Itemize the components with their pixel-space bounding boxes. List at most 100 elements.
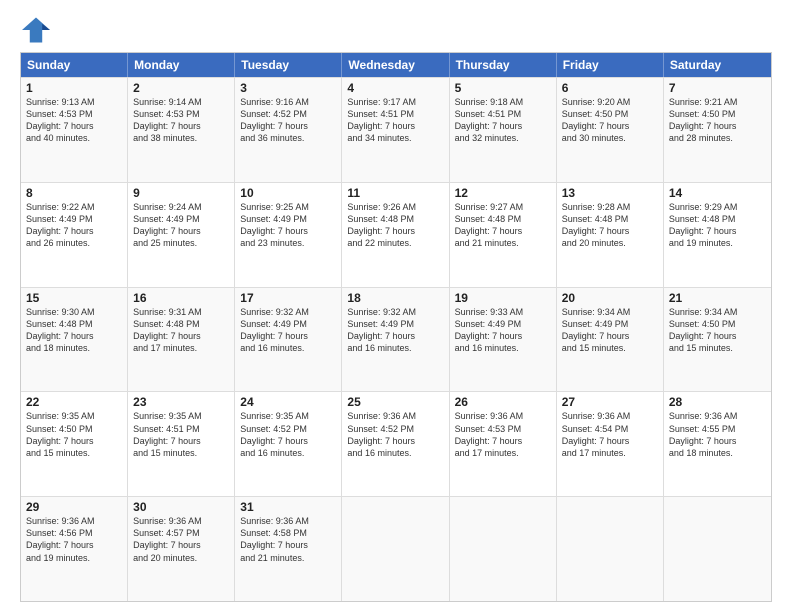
calendar-header-cell: Saturday: [664, 53, 771, 77]
day-number: 27: [562, 395, 658, 409]
day-number: 18: [347, 291, 443, 305]
calendar-header-cell: Tuesday: [235, 53, 342, 77]
day-info: Sunrise: 9:36 AM Sunset: 4:58 PM Dayligh…: [240, 516, 309, 562]
day-number: 3: [240, 81, 336, 95]
calendar-cell: 17 Sunrise: 9:32 AM Sunset: 4:49 PM Dayli…: [235, 288, 342, 392]
day-info: Sunrise: 9:34 AM Sunset: 4:49 PM Dayligh…: [562, 307, 631, 353]
calendar-week: 8Sunrise: 9:22 AM Sunset: 4:49 PM Daylig…: [21, 182, 771, 287]
calendar-cell: 15 Sunrise: 9:30 AM Sunset: 4:48 PM Dayli…: [21, 288, 128, 392]
day-info: Sunrise: 9:13 AM Sunset: 4:53 PM Dayligh…: [26, 97, 95, 143]
day-info: Sunrise: 9:35 AM Sunset: 4:52 PM Dayligh…: [240, 411, 309, 457]
day-info: Sunrise: 9:16 AM Sunset: 4:52 PM Dayligh…: [240, 97, 309, 143]
calendar-header-cell: Wednesday: [342, 53, 449, 77]
day-info: Sunrise: 9:25 AM Sunset: 4:49 PM Dayligh…: [240, 202, 309, 248]
day-info: Sunrise: 9:20 AM Sunset: 4:50 PM Dayligh…: [562, 97, 631, 143]
day-number: 4: [347, 81, 443, 95]
calendar-cell: 2 Sunrise: 9:14 AM Sunset: 4:53 PM Daylig…: [128, 78, 235, 182]
day-info: Sunrise: 9:36 AM Sunset: 4:53 PM Dayligh…: [455, 411, 524, 457]
day-info: Sunrise: 9:18 AM Sunset: 4:51 PM Dayligh…: [455, 97, 524, 143]
day-info: Sunrise: 9:28 AM Sunset: 4:48 PM Dayligh…: [562, 202, 631, 248]
day-number: 31: [240, 500, 336, 514]
day-info: Sunrise: 9:34 AM Sunset: 4:50 PM Dayligh…: [669, 307, 738, 353]
header: [20, 16, 772, 44]
calendar-week: 15 Sunrise: 9:30 AM Sunset: 4:48 PM Dayli…: [21, 287, 771, 392]
day-info: Sunrise: 9:35 AM Sunset: 4:50 PM Dayligh…: [26, 411, 95, 457]
calendar-cell: 29 Sunrise: 9:36 AM Sunset: 4:56 PM Dayli…: [21, 497, 128, 601]
day-info: Sunrise: 9:36 AM Sunset: 4:57 PM Dayligh…: [133, 516, 202, 562]
day-number: 7: [669, 81, 766, 95]
calendar: SundayMondayTuesdayWednesdayThursdayFrid…: [20, 52, 772, 602]
calendar-cell: [557, 497, 664, 601]
day-number: 23: [133, 395, 229, 409]
day-info: Sunrise: 9:35 AM Sunset: 4:51 PM Dayligh…: [133, 411, 202, 457]
calendar-cell: 6 Sunrise: 9:20 AM Sunset: 4:50 PM Daylig…: [557, 78, 664, 182]
day-info: Sunrise: 9:24 AM Sunset: 4:49 PM Dayligh…: [133, 202, 202, 248]
calendar-week: 1 Sunrise: 9:13 AM Sunset: 4:53 PM Daylig…: [21, 77, 771, 182]
day-number: 16: [133, 291, 229, 305]
calendar-cell: 23 Sunrise: 9:35 AM Sunset: 4:51 PM Dayli…: [128, 392, 235, 496]
calendar-cell: [450, 497, 557, 601]
day-number: 2: [133, 81, 229, 95]
day-number: 24: [240, 395, 336, 409]
day-number: 19: [455, 291, 551, 305]
day-info: Sunrise: 9:36 AM Sunset: 4:56 PM Dayligh…: [26, 516, 95, 562]
day-number: 22: [26, 395, 122, 409]
day-info: Sunrise: 9:32 AM Sunset: 4:49 PM Dayligh…: [347, 307, 416, 353]
calendar-cell: 21Sunrise: 9:34 AM Sunset: 4:50 PM Dayli…: [664, 288, 771, 392]
calendar-cell: 4 Sunrise: 9:17 AM Sunset: 4:51 PM Daylig…: [342, 78, 449, 182]
day-info: Sunrise: 9:36 AM Sunset: 4:55 PM Dayligh…: [669, 411, 738, 457]
day-number: 29: [26, 500, 122, 514]
day-number: 6: [562, 81, 658, 95]
calendar-cell: 25 Sunrise: 9:36 AM Sunset: 4:52 PM Dayli…: [342, 392, 449, 496]
calendar-cell: 12Sunrise: 9:27 AM Sunset: 4:48 PM Dayli…: [450, 183, 557, 287]
calendar-cell: 27 Sunrise: 9:36 AM Sunset: 4:54 PM Dayli…: [557, 392, 664, 496]
calendar-header-cell: Thursday: [450, 53, 557, 77]
day-info: Sunrise: 9:36 AM Sunset: 4:54 PM Dayligh…: [562, 411, 631, 457]
day-number: 28: [669, 395, 766, 409]
day-info: Sunrise: 9:14 AM Sunset: 4:53 PM Dayligh…: [133, 97, 202, 143]
calendar-cell: 5 Sunrise: 9:18 AM Sunset: 4:51 PM Daylig…: [450, 78, 557, 182]
day-number: 12: [455, 186, 551, 200]
day-number: 5: [455, 81, 551, 95]
day-info: Sunrise: 9:33 AM Sunset: 4:49 PM Dayligh…: [455, 307, 524, 353]
calendar-week: 22 Sunrise: 9:35 AM Sunset: 4:50 PM Dayli…: [21, 391, 771, 496]
calendar-cell: [664, 497, 771, 601]
calendar-cell: 13 Sunrise: 9:28 AM Sunset: 4:48 PM Dayli…: [557, 183, 664, 287]
day-number: 20: [562, 291, 658, 305]
calendar-cell: 14 Sunrise: 9:29 AM Sunset: 4:48 PM Dayli…: [664, 183, 771, 287]
day-number: 1: [26, 81, 122, 95]
day-info: Sunrise: 9:30 AM Sunset: 4:48 PM Dayligh…: [26, 307, 95, 353]
page: SundayMondayTuesdayWednesdayThursdayFrid…: [0, 0, 792, 612]
day-number: 17: [240, 291, 336, 305]
calendar-cell: 20 Sunrise: 9:34 AM Sunset: 4:49 PM Dayli…: [557, 288, 664, 392]
day-info: Sunrise: 9:21 AM Sunset: 4:50 PM Dayligh…: [669, 97, 738, 143]
calendar-header-cell: Monday: [128, 53, 235, 77]
calendar-cell: 3 Sunrise: 9:16 AM Sunset: 4:52 PM Daylig…: [235, 78, 342, 182]
logo: [20, 16, 56, 44]
calendar-cell: 16Sunrise: 9:31 AM Sunset: 4:48 PM Dayli…: [128, 288, 235, 392]
logo-icon: [20, 16, 52, 44]
calendar-header: SundayMondayTuesdayWednesdayThursdayFrid…: [21, 53, 771, 77]
day-info: Sunrise: 9:29 AM Sunset: 4:48 PM Dayligh…: [669, 202, 738, 248]
calendar-cell: 28 Sunrise: 9:36 AM Sunset: 4:55 PM Dayli…: [664, 392, 771, 496]
calendar-cell: 19 Sunrise: 9:33 AM Sunset: 4:49 PM Dayli…: [450, 288, 557, 392]
day-number: 9: [133, 186, 229, 200]
day-number: 8: [26, 186, 122, 200]
calendar-cell: 22 Sunrise: 9:35 AM Sunset: 4:50 PM Dayli…: [21, 392, 128, 496]
day-info: Sunrise: 9:36 AM Sunset: 4:52 PM Dayligh…: [347, 411, 416, 457]
calendar-cell: 9 Sunrise: 9:24 AM Sunset: 4:49 PM Daylig…: [128, 183, 235, 287]
day-info: Sunrise: 9:17 AM Sunset: 4:51 PM Dayligh…: [347, 97, 416, 143]
calendar-cell: 24 Sunrise: 9:35 AM Sunset: 4:52 PM Dayli…: [235, 392, 342, 496]
calendar-cell: 31 Sunrise: 9:36 AM Sunset: 4:58 PM Dayli…: [235, 497, 342, 601]
day-number: 11: [347, 186, 443, 200]
day-number: 14: [669, 186, 766, 200]
calendar-header-cell: Sunday: [21, 53, 128, 77]
calendar-body: 1 Sunrise: 9:13 AM Sunset: 4:53 PM Daylig…: [21, 77, 771, 601]
day-number: 13: [562, 186, 658, 200]
calendar-cell: 1 Sunrise: 9:13 AM Sunset: 4:53 PM Daylig…: [21, 78, 128, 182]
calendar-header-cell: Friday: [557, 53, 664, 77]
day-number: 15: [26, 291, 122, 305]
day-info: Sunrise: 9:32 AM Sunset: 4:49 PM Dayligh…: [240, 307, 309, 353]
day-number: 25: [347, 395, 443, 409]
calendar-cell: 11Sunrise: 9:26 AM Sunset: 4:48 PM Dayli…: [342, 183, 449, 287]
